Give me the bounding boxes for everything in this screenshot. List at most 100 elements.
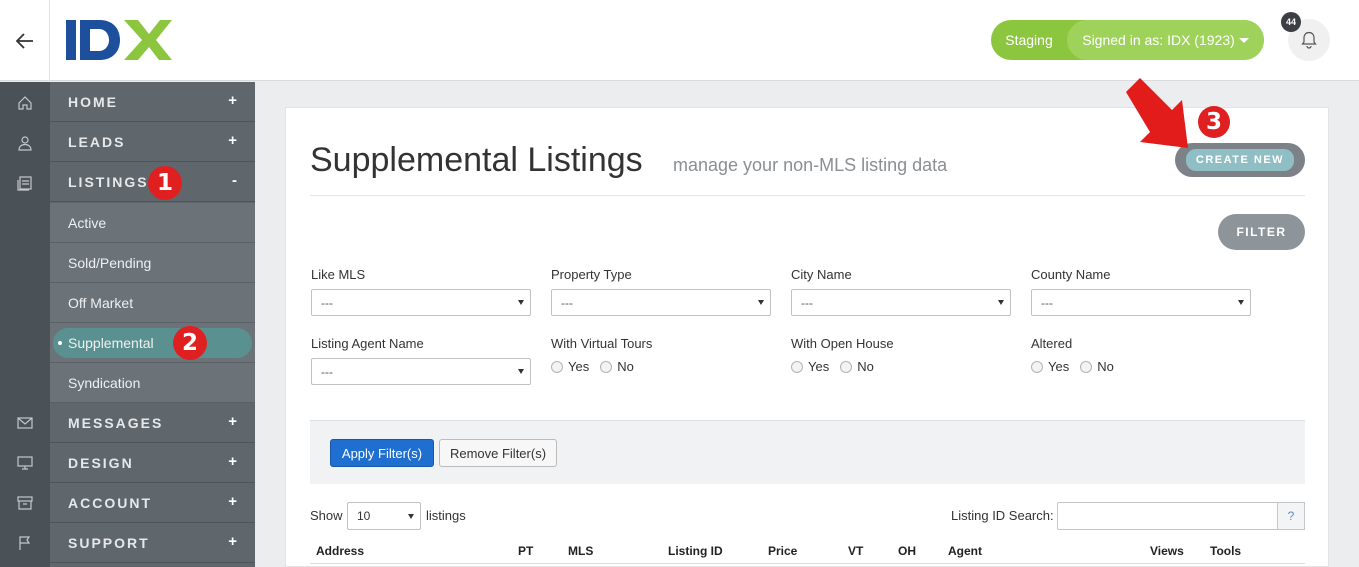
radio-label: No	[1097, 359, 1114, 374]
active-bullet-icon	[58, 341, 62, 345]
sidebar-item-label: DESIGN	[68, 454, 134, 471]
sidebar-item-label: MESSAGES	[68, 414, 164, 431]
sidebar-subitem-syndication[interactable]: Syndication	[50, 363, 255, 403]
account-dropdown[interactable]: Signed in as: IDX (1923)	[1067, 20, 1264, 60]
mail-icon[interactable]	[15, 413, 35, 433]
home-icon[interactable]	[15, 93, 35, 113]
expand-icon[interactable]: +	[228, 533, 237, 550]
environment-pill[interactable]: Staging Signed in as: IDX (1923)	[991, 20, 1264, 60]
county-name-label: County Name	[1031, 267, 1111, 282]
radio-label: No	[857, 359, 874, 374]
virtual-tours-yes-radio[interactable]	[551, 360, 563, 373]
listings-icon[interactable]	[15, 173, 35, 193]
page-size-select[interactable]: 10	[347, 502, 421, 530]
altered-yes-radio[interactable]	[1031, 360, 1043, 373]
radio-label: Yes	[568, 359, 590, 374]
select-value: ---	[561, 295, 573, 310]
radio-label: No	[617, 359, 634, 374]
city-name-select[interactable]: ---	[791, 289, 1011, 316]
expand-icon[interactable]: +	[228, 413, 237, 430]
sidebar-item-label: SUPPORT	[68, 534, 150, 551]
expand-icon[interactable]: +	[228, 92, 237, 109]
remove-filters-button[interactable]: Remove Filter(s)	[439, 439, 557, 467]
expand-icon[interactable]: +	[228, 132, 237, 149]
sidebar-item-support[interactable]: SUPPORT +	[50, 523, 255, 563]
virtual-tours-label: With Virtual Tours	[551, 336, 653, 351]
expand-icon[interactable]: +	[228, 493, 237, 510]
sidebar-subitem-off-market[interactable]: Off Market	[50, 283, 255, 323]
sidebar-subitem-sold-pending[interactable]: Sold/Pending	[50, 243, 255, 283]
listing-id-search-input[interactable]	[1057, 502, 1278, 530]
column-header-views[interactable]: Views	[1150, 544, 1184, 558]
flag-icon[interactable]	[15, 533, 35, 553]
dropdown-arrow-icon	[758, 300, 764, 305]
listing-id-search-label: Listing ID Search:	[951, 508, 1054, 523]
dropdown-arrow-icon	[998, 300, 1004, 305]
sidebar-item-design[interactable]: DESIGN +	[50, 443, 255, 483]
virtual-tours-radio-group: Yes No	[551, 359, 645, 374]
page-subtitle: manage your non-MLS listing data	[673, 155, 948, 175]
column-header-mls[interactable]: MLS	[568, 544, 593, 558]
sidebar-item-leads[interactable]: LEADS +	[50, 122, 255, 162]
sidebar-item-label: ACCOUNT	[68, 494, 152, 511]
expand-icon[interactable]: +	[228, 453, 237, 470]
annotation-marker-3: 3	[1198, 106, 1230, 138]
filter-button[interactable]: FILTER	[1218, 214, 1305, 250]
select-value: 10	[357, 509, 371, 523]
county-name-select[interactable]: ---	[1031, 289, 1251, 316]
column-header-oh[interactable]: OH	[898, 544, 916, 558]
collapse-icon[interactable]: -	[232, 172, 237, 189]
back-button[interactable]	[0, 0, 50, 81]
arrow-left-icon	[15, 32, 33, 49]
listing-agent-select[interactable]: ---	[311, 358, 531, 385]
listings-label: listings	[426, 508, 466, 523]
sidebar-item-label: LISTINGS	[68, 173, 149, 190]
sidebar-item-label: Supplemental	[68, 335, 154, 351]
caret-down-icon	[1238, 37, 1249, 43]
sidebar-item-messages[interactable]: MESSAGES +	[50, 403, 255, 443]
apply-filters-button[interactable]: Apply Filter(s)	[330, 439, 434, 467]
filter-action-bar: Apply Filter(s) Remove Filter(s)	[310, 420, 1305, 484]
column-header-agent[interactable]: Agent	[948, 544, 982, 558]
select-value: ---	[321, 295, 333, 310]
open-house-radio-group: Yes No	[791, 359, 885, 374]
signed-in-label: Signed in as: IDX (1923)	[1082, 32, 1235, 48]
radio-label: Yes	[1048, 359, 1070, 374]
archive-icon[interactable]	[15, 493, 35, 513]
radio-label: Yes	[808, 359, 830, 374]
sidebar-subitem-supplemental[interactable]: Supplemental	[53, 328, 252, 358]
listing-agent-label: Listing Agent Name	[311, 336, 424, 351]
sidebar-item-home[interactable]: HOME +	[50, 82, 255, 122]
like-mls-label: Like MLS	[311, 267, 366, 282]
column-header-vt[interactable]: VT	[848, 544, 863, 558]
dropdown-arrow-icon	[518, 300, 524, 305]
property-type-select[interactable]: ---	[551, 289, 771, 316]
sidebar-item-label: Sold/Pending	[68, 254, 152, 271]
column-header-address[interactable]: Address	[316, 544, 364, 558]
altered-no-radio[interactable]	[1080, 360, 1093, 373]
sidebar: HOME + LEADS + LISTINGS - Active Sold/Pe…	[50, 82, 255, 567]
dropdown-arrow-icon	[408, 514, 414, 519]
column-header-pt[interactable]: PT	[518, 544, 533, 558]
column-header-listing-id[interactable]: Listing ID	[668, 544, 723, 558]
open-house-no-radio[interactable]	[840, 360, 853, 373]
property-type-label: Property Type	[551, 267, 632, 282]
virtual-tours-no-radio[interactable]	[600, 360, 613, 373]
user-icon[interactable]	[15, 133, 35, 153]
like-mls-select[interactable]: ---	[311, 289, 531, 316]
divider	[310, 563, 1305, 564]
select-value: ---	[321, 364, 333, 379]
sidebar-item-label: HOME	[68, 93, 118, 110]
idx-logo[interactable]	[66, 20, 172, 60]
notification-badge: 44	[1281, 12, 1301, 32]
dropdown-arrow-icon	[1238, 300, 1244, 305]
top-bar: Staging Signed in as: IDX (1923) 44	[0, 0, 1359, 81]
icon-rail	[0, 82, 50, 567]
column-header-price[interactable]: Price	[768, 544, 797, 558]
select-value: ---	[801, 295, 813, 310]
sidebar-subitem-active[interactable]: Active	[50, 203, 255, 243]
help-button[interactable]: ?	[1277, 502, 1305, 530]
open-house-yes-radio[interactable]	[791, 360, 803, 373]
monitor-icon[interactable]	[15, 453, 35, 473]
sidebar-item-account[interactable]: ACCOUNT +	[50, 483, 255, 523]
